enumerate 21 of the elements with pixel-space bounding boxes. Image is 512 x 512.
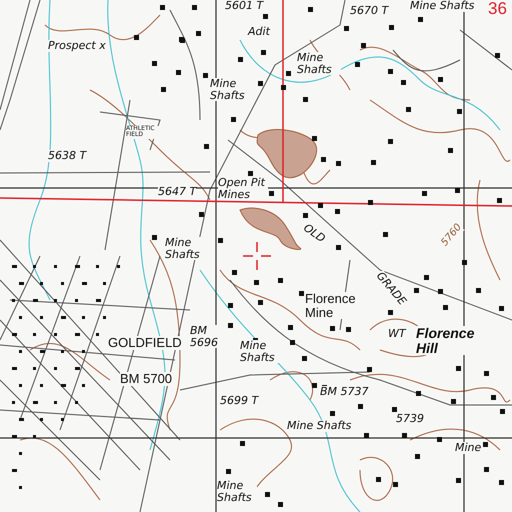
map-label: BM 5737 [320,386,369,398]
map-label: GOLDFIELD [108,336,182,350]
map-label: 5739 [396,413,424,425]
crosshair-icon [242,241,272,271]
map-label: Mine Shafts [217,480,257,504]
map-label: Mine Shafts [297,52,341,76]
map-label: 5670 T [350,5,388,17]
map-label: BM 5696 [190,325,220,348]
map-label: 5699 T [220,395,258,407]
map-label: WT [388,328,406,340]
map-label: BM 5700 [120,372,172,386]
map-label: Mine Shafts [287,420,352,432]
map-label: Mine [455,442,482,454]
map-label: 5601 T [225,0,264,12]
map-label: 5638 T [48,150,86,162]
map-label: Mine Shafts [240,340,280,364]
map-label: 5647 T [158,186,196,198]
map-label: Prospect x [48,40,106,52]
map-label: Mine Shafts [410,0,474,12]
map-label: Adit [248,26,270,38]
map-label: Open Pit Mines [218,177,268,200]
